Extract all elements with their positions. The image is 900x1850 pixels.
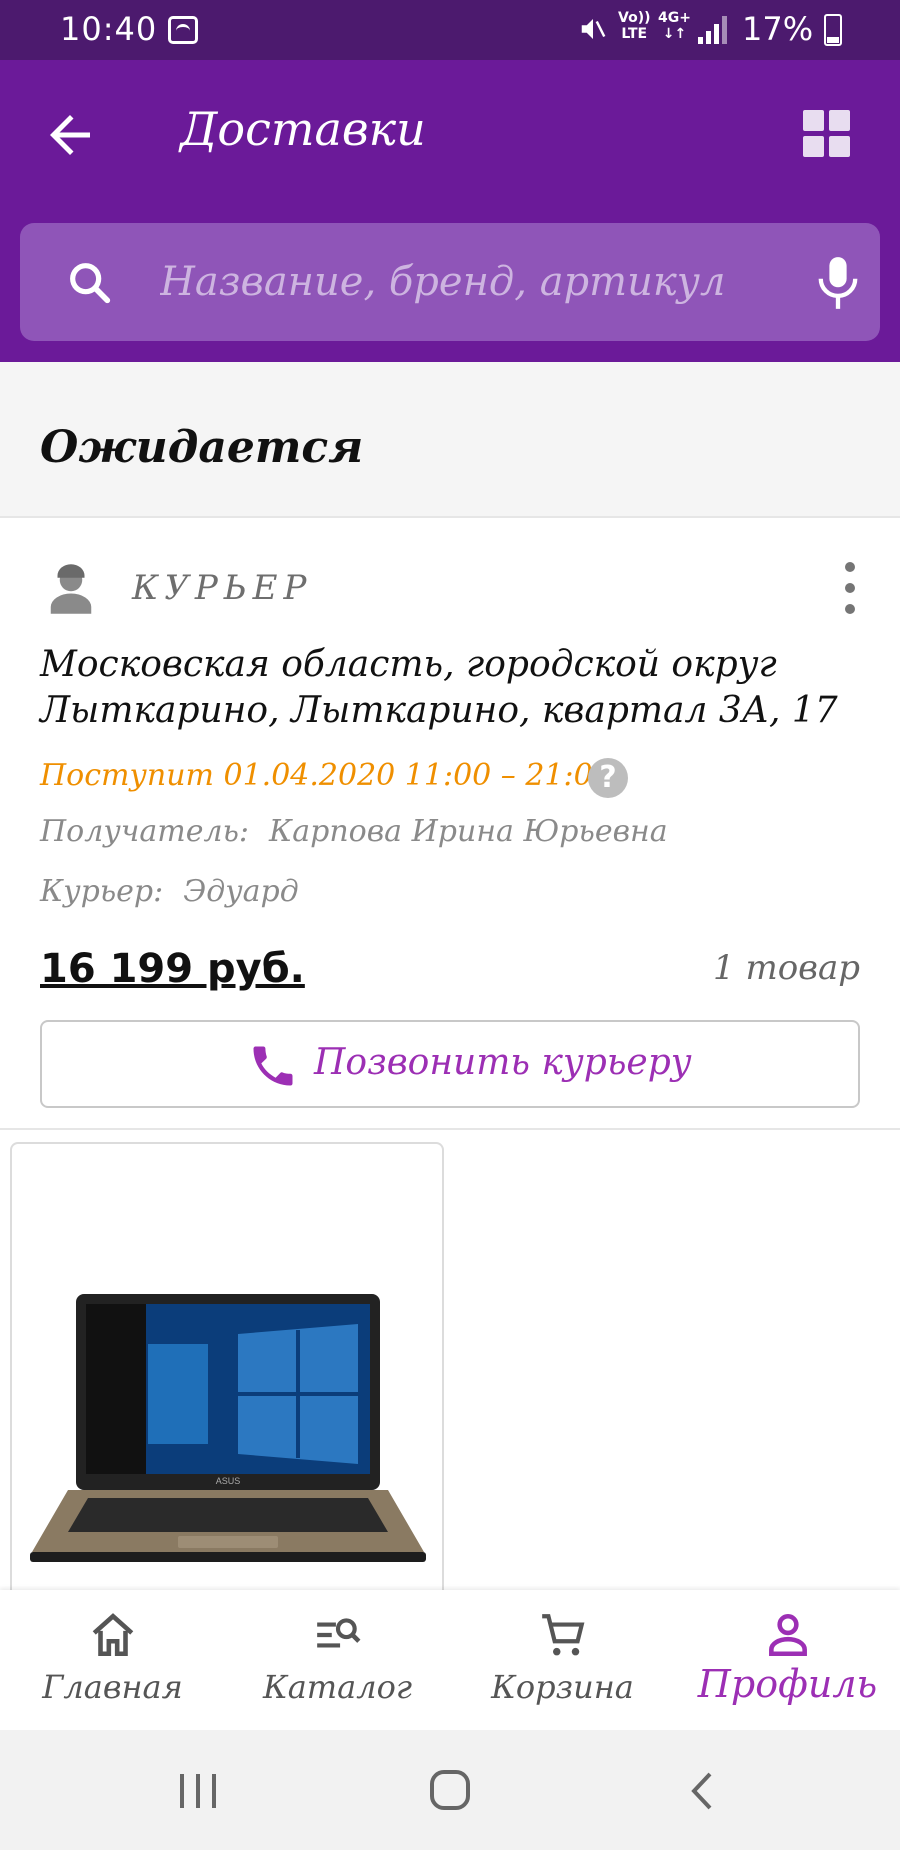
battery-icon [824,14,842,46]
nav-cart-label: Корзина [491,1668,634,1706]
nav-catalog-label: Каталог [262,1668,413,1706]
cart-icon [542,1614,585,1656]
mute-icon [578,14,608,51]
status-bar: 10:40 Vo)) LTE 4G+ ↓↑ 17% [0,0,900,60]
recent-apps-icon [180,1774,216,1808]
laptop-product-image: ASUS [30,1294,426,1562]
home-system-button[interactable] [420,1766,480,1816]
system-navigation-bar [0,1730,900,1850]
catalog-search-icon [317,1618,361,1648]
help-icon[interactable]: ? [588,758,628,798]
grid-icon [803,110,824,131]
back-button[interactable] [40,105,100,165]
volte-indicator: Vo)) LTE [618,10,651,42]
bottom-navigation: Главная Каталог Корзина Профиль [0,1590,900,1730]
more-options-button[interactable] [836,558,864,618]
call-courier-button[interactable]: Позвонить курьеру [40,1020,860,1108]
delivery-address: Московская область, городской округ Лытк… [40,644,838,731]
nav-home-label: Главная [42,1668,183,1706]
search-bar[interactable] [20,223,880,341]
search-input[interactable] [160,251,730,313]
search-icon [70,263,111,304]
nav-profile-label: Профиль [697,1662,878,1706]
courier-row: Курьер: Эдуард [40,874,299,909]
page-title: Доставки [180,102,426,156]
delivery-type: КУРЬЕР [132,568,313,608]
app-header: Доставки [0,60,900,362]
courier-icon [50,564,92,614]
home-circle-icon [430,1770,470,1810]
nav-catalog[interactable]: Каталог [225,1590,450,1730]
recent-apps-button[interactable] [168,1766,228,1816]
section-header: Ожидается [0,362,900,518]
recipient-row: Получатель: Карпова Ирина Юрьевна [40,814,668,849]
section-title: Ожидается [40,422,364,473]
back-system-button[interactable] [672,1766,732,1816]
items-count: 1 товар [713,948,860,988]
product-tile[interactable]: ASUS [10,1142,444,1662]
nav-home[interactable]: Главная [0,1590,225,1730]
microphone-icon[interactable] [816,255,860,311]
profile-icon [769,1613,807,1657]
courier-label: Курьер: [40,874,164,909]
network-indicator: 4G+ ↓↑ [658,10,691,42]
more-vert-icon [845,562,855,572]
nav-cart[interactable]: Корзина [450,1590,675,1730]
laptop-brand-label: ASUS [216,1476,241,1486]
home-icon [92,1613,134,1657]
phone-icon [253,1046,293,1086]
arrow-left-icon [50,115,90,155]
delivery-eta: Поступит 01.04.2020 11:00 – 21:00 [40,758,612,793]
call-courier-label: Позвонить курьеру [314,1042,692,1083]
signal-icon [698,16,728,44]
battery-percent: 17% [742,10,814,48]
recipient-label: Получатель: [40,814,250,849]
courier-value: Эдуард [183,874,299,909]
grid-view-button[interactable] [798,105,858,165]
delivery-card: КУРЬЕР Московская область, городской окр… [0,520,900,1130]
wifi-call-icon [168,16,198,44]
order-price[interactable]: 16 199 руб. [40,946,305,992]
nav-profile[interactable]: Профиль [675,1590,900,1730]
recipient-value: Карпова Ирина Юрьевна [269,814,668,849]
chevron-left-icon [691,1772,712,1810]
status-time: 10:40 [60,10,158,48]
